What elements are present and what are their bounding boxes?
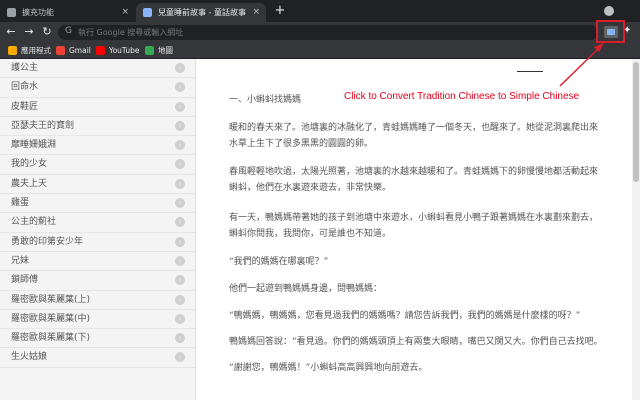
chevron-right-icon: › [175,255,185,266]
bookmarks-bar: 應用程式 Gmail YouTube 地圖 [0,42,640,59]
list-item[interactable]: 勇敢的印第安少年 › [0,233,195,252]
site-favicon-icon [143,8,152,17]
close-tab-icon[interactable]: × [121,3,129,22]
chevron-right-icon: › [175,275,185,286]
chevron-right-icon: › [175,313,185,324]
chevron-right-icon: › [175,198,185,209]
bookmark-youtube[interactable]: YouTube [96,44,140,57]
tab-story[interactable]: 兒童睡前故事 - 童話故事 × [136,3,266,22]
chevron-right-icon: › [175,217,185,228]
list-item-label: 皮鞋匠 [11,101,39,112]
story-paragraph: “謝謝您，鴨媽媽！”小蝌蚪高高興興地向前遊去。 [229,363,428,373]
reload-button[interactable]: ↻ [40,24,54,40]
bookmark-apps[interactable]: 應用程式 [8,44,51,57]
list-item-label: 公主的薊社 [11,217,57,228]
story-paragraph: 蝌蚪你問我，我問你，可是誰也不知道。 [229,229,392,239]
bookmark-gmail[interactable]: Gmail [56,44,91,57]
chevron-right-icon: › [175,178,185,189]
list-item[interactable]: 羅密歐與茱麗葉(上) › [0,291,195,310]
new-tab-button[interactable]: + [272,3,288,19]
annotation-label: Click to Convert Tradition Chinese to Si… [344,91,580,102]
story-paragraph: 暖和的春天來了。池塘裏的冰融化了，青蛙媽媽睡了一個冬天，也醒來了。她從泥洞裏爬出… [229,123,599,133]
story-paragraph: “我們的媽媽在哪裏呢？” [229,257,329,267]
list-item-label: 勇敢的印第安少年 [11,236,84,247]
list-item-label: 農夫上天 [11,178,48,189]
list-item-label: 羅密歐與茱麗葉(下) [11,333,91,344]
address-bar[interactable]: G [58,25,598,40]
bookmark-label: YouTube [109,46,140,55]
story-paragraph: 有一天，鴨媽媽帶著她的孩子到池塘中來遊水，小蝌蚪看見小鴨子跟著媽媽在水裏劃來劃去… [229,213,599,223]
list-item[interactable]: 靡睡姍娥淵 › [0,136,195,156]
list-item[interactable]: 農夫上天 › [0,175,195,195]
list-item-label: 護公主 [11,63,39,73]
tab-title: 擴充功能 [22,8,54,17]
highlight-box [596,20,625,43]
list-item[interactable]: 回命水 › [0,78,195,98]
story-content: 一、小蝌蚪找媽媽 暖和的春天來了。池塘裏的冰融化了，青蛙媽媽睡了一個冬天，也醒來… [197,59,640,400]
list-item[interactable]: 生火姑娘 › [0,348,195,368]
bookmark-label: 應用程式 [21,46,51,55]
list-item-label: 生火姑娘 [11,352,48,363]
maps-icon [145,46,154,55]
bookmark-label: Gmail [69,46,91,55]
forward-button[interactable]: → [22,24,36,40]
list-item-label: 回命水 [11,82,39,93]
tab-title: 兒童睡前故事 - 童話故事 [158,8,246,17]
list-item[interactable]: 公主的薊社 › [0,213,195,233]
list-item[interactable]: 亞瑟夫王的寶劍 › [0,117,195,137]
chevron-right-icon: › [175,352,185,363]
gmail-icon [56,46,65,55]
omnibox-input[interactable] [78,26,558,39]
list-item-label: 雞蛋 [11,198,30,209]
toolbar: ← → ↻ G [0,22,640,42]
list-item-label: 鎖師傅 [11,275,39,286]
list-item[interactable]: 兄妹 › [0,252,195,272]
story-paragraph: 蝌蚪，他們在水裏遊來遊去，非常快樂。 [229,183,392,193]
bookmark-maps[interactable]: 地圖 [145,44,173,57]
chevron-right-icon: › [175,236,185,247]
story-paragraph: 他們一起遊到鴨媽媽身邊，問鴨媽媽： [229,284,383,294]
chevron-right-icon: › [175,159,185,170]
youtube-icon [96,46,105,55]
close-tab-icon[interactable]: × [252,3,260,22]
chevron-right-icon: › [175,82,185,93]
list-item-label: 羅密歐與茱麗葉(中) [11,313,91,324]
google-icon: G [65,26,72,36]
profile-icon[interactable] [604,6,614,16]
chevron-right-icon: › [175,140,185,151]
apps-grid-icon [8,46,17,55]
back-button[interactable]: ← [4,24,18,40]
list-item-label: 羅密歐與茱麗葉(上) [11,294,91,305]
tab-strip: 擴充功能 × 兒童睡前故事 - 童話故事 × + [0,0,640,22]
story-list-sidebar: 護公主 › 回命水 › 皮鞋匠 › 亞瑟夫王的寶劍 › 靡睡姍娥淵 › 我的少女 › 農夫上… [0,59,196,400]
list-item[interactable]: 雞蛋 › [0,194,195,214]
bookmark-label: 地圖 [158,46,173,55]
story-paragraph: 水草上生下了很多黑黑的圓圓的卵。 [229,139,374,149]
divider [517,71,543,72]
chevron-right-icon: › [175,101,185,112]
list-item-label: 我的少女 [11,159,48,170]
list-item[interactable]: 羅密歐與茱麗葉(下) › [0,329,195,349]
chevron-right-icon: › [175,63,185,73]
story-paragraph: 春風輕輕地吹過，太陽光照著，池塘裏的水越來越暖和了。青蛙媽媽下的卵慢慢地都活動起… [229,167,599,177]
list-item[interactable]: 皮鞋匠 › [0,98,195,117]
chevron-right-icon: › [175,333,185,344]
list-item-label: 亞瑟夫王的寶劍 [11,120,75,131]
story-paragraph: 鴨媽媽回答說：“看見過。你們的媽媽頭頂上有兩隻大眼睛，嘴巴又闊又大。你們自己去找… [229,337,603,347]
list-item[interactable]: 護公主 › [0,59,195,79]
list-item-label: 兄妹 [11,255,30,266]
chevron-right-icon: › [175,120,185,131]
list-item-label: 靡睡姍娥淵 [11,140,57,151]
tab-extensions[interactable]: 擴充功能 × [0,3,135,22]
list-item[interactable]: 我的少女 › [0,155,195,175]
list-item[interactable]: 鎖師傅 › [0,271,195,291]
extensions-favicon-icon [7,8,16,17]
chevron-right-icon: › [175,294,185,305]
list-item[interactable]: 羅密歐與茱麗葉(中) › [0,310,195,330]
story-paragraph: “鴨媽媽，鴨媽媽，您看見過我們的媽媽嗎？請您告訴我們，我們的媽媽是什麼樣的呀？” [229,311,581,321]
scrollbar-thumb[interactable] [633,62,639,182]
